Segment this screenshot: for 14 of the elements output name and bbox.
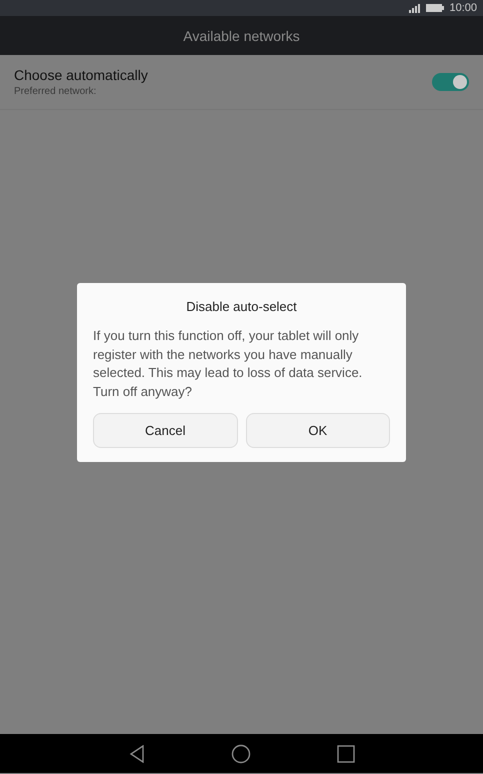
cancel-button[interactable]: Cancel [93, 413, 238, 448]
signal-icon [409, 4, 422, 12]
dialog-title: Disable auto-select [185, 298, 298, 316]
back-icon[interactable] [128, 744, 144, 762]
ok-button[interactable]: OK [246, 413, 390, 448]
setting-label: Choose automatically [14, 67, 149, 83]
status-time: 10:00 [449, 2, 477, 14]
toggle-switch[interactable] [432, 73, 469, 91]
battery-icon [426, 4, 444, 12]
recents-icon[interactable] [336, 744, 354, 762]
screen-title: Available networks [183, 28, 300, 44]
setting-sublabel: Preferred network: [14, 86, 98, 97]
home-icon[interactable] [230, 744, 250, 764]
dialog-message: If you turn this function off, your tablet will only register with the networks you have manually selected. This may lead to loss of data service. Turn off anyway? [93, 327, 364, 401]
